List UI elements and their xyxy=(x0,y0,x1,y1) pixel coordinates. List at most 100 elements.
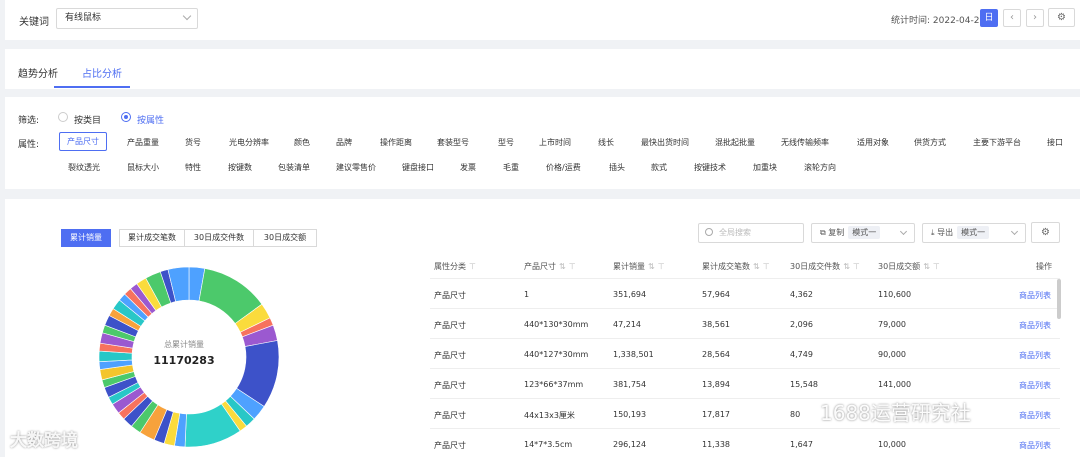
filter-icon: ⊤ xyxy=(568,262,576,271)
attr-item[interactable]: 品牌 xyxy=(336,137,352,148)
keyword-select[interactable]: 有线鼠标 xyxy=(56,8,198,29)
radio-by-attribute-label[interactable]: 按属性 xyxy=(137,113,164,126)
attr-item[interactable]: 发票 xyxy=(460,162,476,173)
global-search-input[interactable]: 全局搜索 xyxy=(698,223,804,243)
product-list-link[interactable]: 商品列表 xyxy=(1019,320,1051,331)
table-row: 产品尺寸 440*130*30mm 47,214 38,561 2,096 79,000 商… xyxy=(430,308,1060,338)
attr-item[interactable]: 按键数 xyxy=(228,162,252,173)
keyword-select-value: 有线鼠标 xyxy=(65,13,102,23)
table-cell: 14*7*3.5cm xyxy=(524,440,573,449)
table-cell: 44x13x3厘米 xyxy=(524,411,575,420)
attr-item[interactable]: 建议零售价 xyxy=(336,162,376,173)
attr-item[interactable]: 颜色 xyxy=(294,137,310,148)
attr-item[interactable]: 适用对象 xyxy=(857,137,889,148)
table-row: 产品尺寸 440*127*30mm 1,338,501 28,564 4,749 90,0… xyxy=(430,338,1060,368)
attr-item[interactable]: 上市时间 xyxy=(539,137,571,148)
attr-item[interactable]: 光电分辨率 xyxy=(229,137,269,148)
radio-by-category-label[interactable]: 按类目 xyxy=(74,113,101,126)
attr-item[interactable]: 滚轮方向 xyxy=(804,162,836,173)
attr-item[interactable]: 接口 xyxy=(1047,137,1063,148)
export-button[interactable]: ⤓ 导出 模式一 xyxy=(922,223,1026,243)
attr-item[interactable]: 无线传输频率 xyxy=(781,137,829,148)
attr-item[interactable]: 包装清单 xyxy=(278,162,310,173)
analysis-tabs: 趋势分析 占比分析 xyxy=(5,49,1080,89)
table-cell: 产品尺寸 xyxy=(434,321,466,330)
copy-button[interactable]: ⧉ 复制 模式一 xyxy=(811,223,915,243)
filter-icon: ⊤ xyxy=(932,262,940,271)
table-cell: 2,096 xyxy=(790,320,813,329)
th-cum-sales[interactable]: 累计销量 ⇅ ⊤ xyxy=(613,261,665,272)
product-list-link[interactable]: 商品列表 xyxy=(1019,380,1051,391)
tab-trend[interactable]: 趋势分析 xyxy=(18,65,58,80)
attr-item[interactable]: 毛重 xyxy=(503,162,519,173)
chevron-left-icon[interactable]: ‹ xyxy=(1003,9,1021,27)
table-cell: 产品尺寸 xyxy=(434,351,466,360)
top-bar: 关键词 有线鼠标 统计时间: 2022-04-26 日 ‹ › ⚙ xyxy=(5,0,1080,40)
gear-icon[interactable]: ⚙ xyxy=(1031,222,1060,243)
attr-item[interactable]: 型号 xyxy=(498,137,514,148)
attr-item[interactable]: 操作距离 xyxy=(380,137,412,148)
th-size[interactable]: 产品尺寸 ⇅ ⊤ xyxy=(524,261,576,272)
attr-item[interactable]: 供货方式 xyxy=(914,137,946,148)
table-cell: 47,214 xyxy=(613,320,641,329)
active-tab-indicator xyxy=(54,86,130,88)
table-cell: 1,338,501 xyxy=(613,350,654,359)
attr-item[interactable]: 货号 xyxy=(185,137,201,148)
copy-mode: 模式一 xyxy=(848,226,881,239)
attr-item[interactable]: 键盘接口 xyxy=(402,162,434,173)
filter-panel: 筛选: 按类目 按属性 属性: 产品尺寸 产品重量 货号 光电分辨率 颜色 品牌… xyxy=(5,97,1080,189)
th-30d-units[interactable]: 30日成交件数 ⇅ ⊤ xyxy=(790,261,860,272)
table-cell: 15,548 xyxy=(790,380,818,389)
th-cum-orders[interactable]: 累计成交笔数 ⇅ ⊤ xyxy=(702,261,770,272)
table-cell: 4,749 xyxy=(790,350,813,359)
seg-30d-units[interactable]: 30日成交件数 xyxy=(184,229,254,247)
table-cell: 351,694 xyxy=(613,290,647,299)
attr-item[interactable]: 插头 xyxy=(609,162,625,173)
attr-item[interactable]: 最快出货时间 xyxy=(641,137,689,148)
radio-by-attribute[interactable] xyxy=(121,112,131,122)
radio-by-category[interactable] xyxy=(58,112,68,122)
attr-item[interactable]: 线长 xyxy=(598,137,614,148)
donut-center-value: 11170283 xyxy=(153,354,215,367)
th-30d-amount[interactable]: 30日成交额 ⇅ ⊤ xyxy=(878,261,940,272)
attr-item[interactable]: 按键技术 xyxy=(694,162,726,173)
attr-item[interactable]: 加重块 xyxy=(753,162,777,173)
seg-30d-amount[interactable]: 30日成交额 xyxy=(253,229,317,247)
day-button[interactable]: 日 xyxy=(980,9,998,27)
filter-icon: ⊤ xyxy=(852,262,860,271)
table-cell: 10,000 xyxy=(878,440,906,449)
th-attr-category[interactable]: 属性分类 ⊤ xyxy=(434,261,476,272)
attr-item[interactable]: 特性 xyxy=(185,162,201,173)
attr-item[interactable]: 混批起批量 xyxy=(715,137,755,148)
table-cell: 90,000 xyxy=(878,350,906,359)
attr-item[interactable]: 鼠标大小 xyxy=(127,162,159,173)
attr-item[interactable]: 主要下游平台 xyxy=(973,137,1021,148)
watermark-left: 大数跨境 xyxy=(10,431,78,451)
donut-center-label: 总累计销量 xyxy=(164,340,204,349)
attr-item[interactable]: 产品尺寸 xyxy=(59,132,107,151)
attr-item[interactable]: 款式 xyxy=(651,162,667,173)
sort-icon: ⇅ xyxy=(843,262,850,271)
attr-item[interactable]: 价格/运费 xyxy=(546,162,581,173)
seg-cumulative-sales[interactable]: 累计销量 xyxy=(61,229,111,247)
attr-item[interactable]: 裂纹透光 xyxy=(68,162,100,173)
chevron-right-icon[interactable]: › xyxy=(1026,9,1044,27)
table-cell: 产品尺寸 xyxy=(434,411,466,420)
filter-label: 筛选: xyxy=(18,116,40,126)
table-cell: 57,964 xyxy=(702,290,730,299)
attr-item[interactable]: 产品重量 xyxy=(127,137,159,148)
seg-cumulative-orders[interactable]: 累计成交笔数 xyxy=(119,229,185,247)
product-list-link[interactable]: 商品列表 xyxy=(1019,290,1051,301)
tab-proportion[interactable]: 占比分析 xyxy=(82,65,122,80)
product-list-link[interactable]: 商品列表 xyxy=(1019,440,1051,451)
table-cell: 79,000 xyxy=(878,320,906,329)
watermark-right: 1688运营研究社 xyxy=(820,401,971,425)
filter-icon: ⊤ xyxy=(469,262,476,271)
chevron-down-icon xyxy=(1010,227,1019,236)
product-list-link[interactable]: 商品列表 xyxy=(1019,350,1051,361)
product-list-link[interactable]: 商品列表 xyxy=(1019,410,1051,421)
gear-icon[interactable]: ⚙ xyxy=(1048,8,1075,27)
table-scrollbar[interactable] xyxy=(1057,279,1061,319)
sort-icon: ⇅ xyxy=(648,262,655,271)
attr-item[interactable]: 套装型号 xyxy=(437,137,469,148)
